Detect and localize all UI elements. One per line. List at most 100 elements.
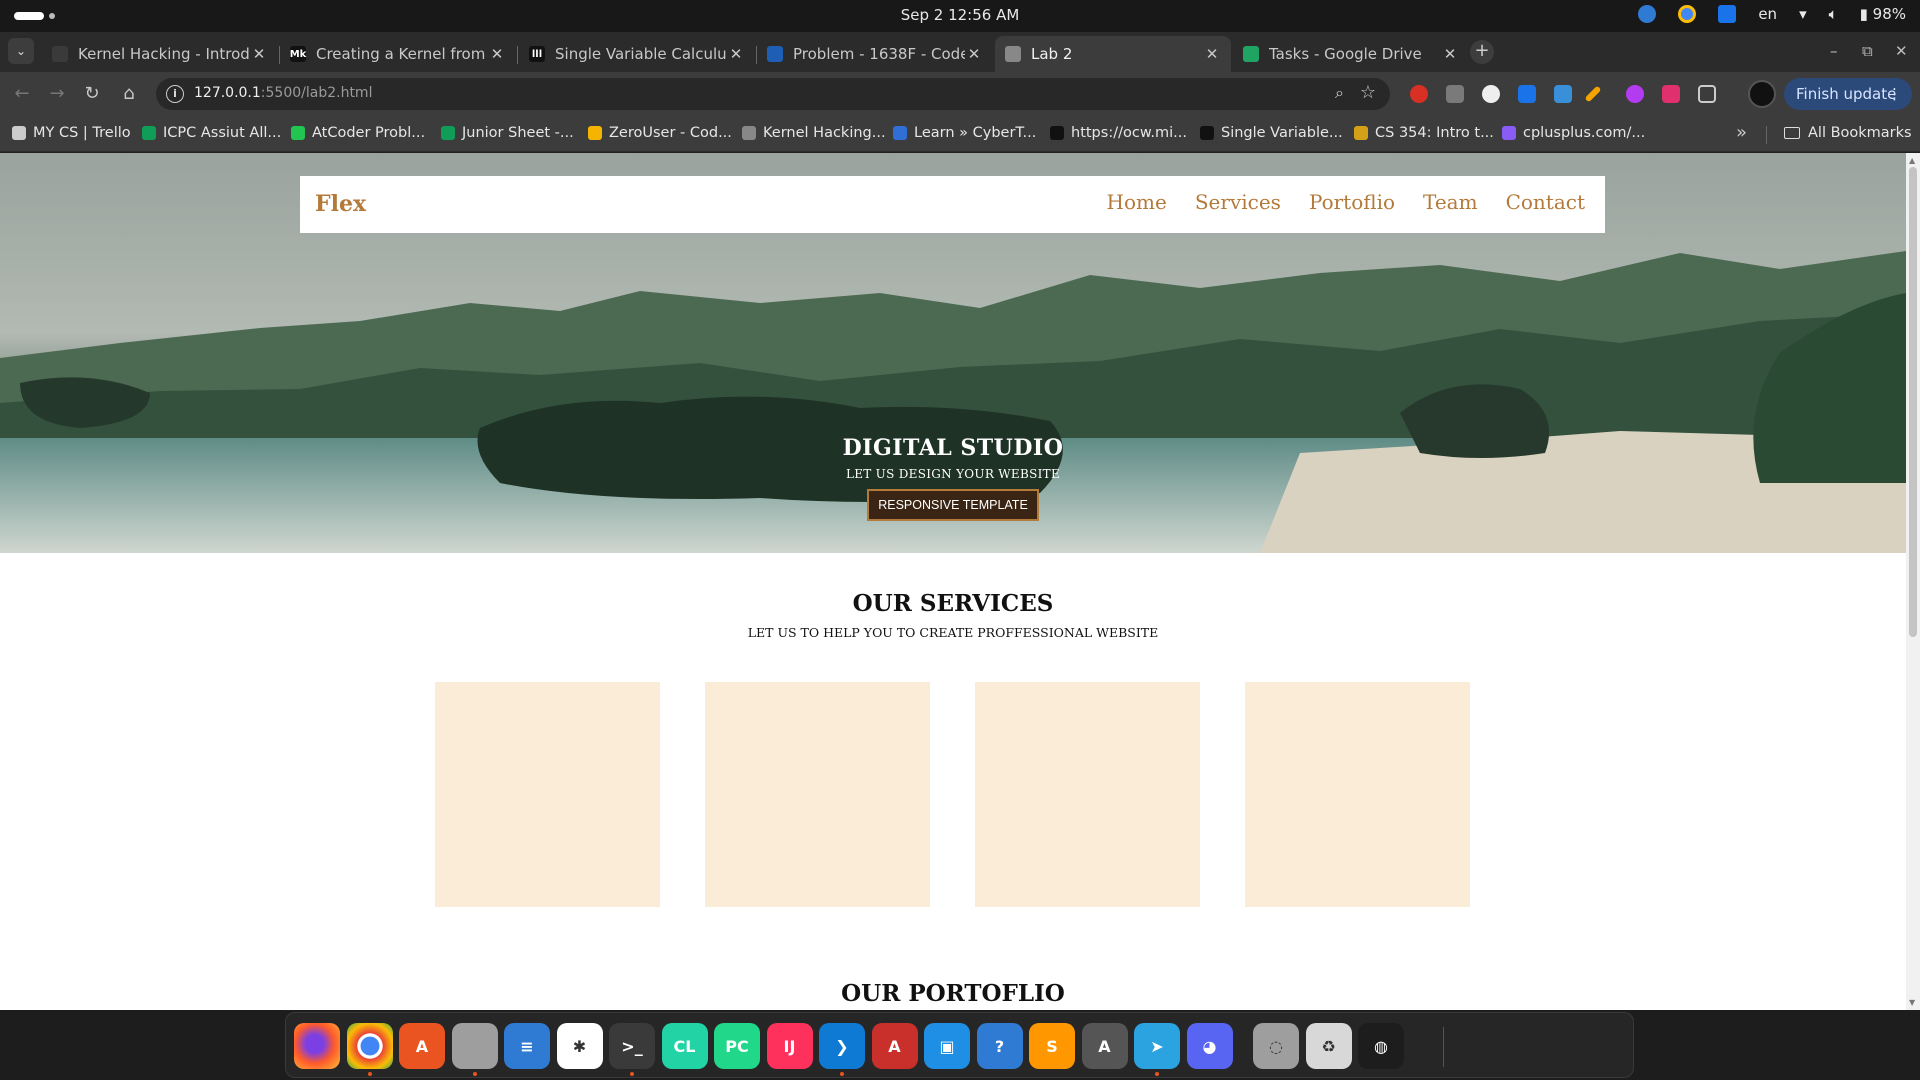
tray-app-icon[interactable] — [1638, 5, 1657, 23]
browser-tab[interactable]: Lab 2 ✕ — [995, 36, 1231, 72]
dock-chrome-icon[interactable] — [346, 1023, 393, 1076]
dock-terminal-icon[interactable]: >_ — [609, 1023, 655, 1076]
close-tab-icon[interactable]: ✕ — [488, 45, 506, 63]
dock-show-apps-icon[interactable]: ◍ — [1358, 1023, 1404, 1069]
system-tray[interactable]: en ▾ 🔈︎ ▮ 98% — [1638, 5, 1906, 23]
download-tray-icon[interactable] — [1718, 5, 1737, 23]
profile-avatar[interactable] — [1748, 80, 1776, 108]
address-bar[interactable]: i 127.0.0.1:5500/lab2.html ⌕ ☆ — [156, 78, 1390, 110]
dock-app-red-icon[interactable]: A — [871, 1023, 918, 1069]
page-viewport[interactable]: Flex Home Services Portoflio Team Contact DI… — [0, 153, 1906, 1010]
site-nav-link-portoflio[interactable]: Portoflio — [1309, 190, 1395, 214]
site-nav-link-services[interactable]: Services — [1195, 190, 1281, 214]
minimize-icon[interactable]: – — [1830, 42, 1838, 60]
site-brand-logo[interactable]: Flex — [315, 191, 366, 217]
url-text[interactable]: 127.0.0.1:5500/lab2.html — [194, 85, 372, 101]
finish-update-button[interactable]: Finish update ⋮ — [1784, 78, 1912, 110]
page-scrollbar[interactable]: ▲ ▼ — [1906, 153, 1920, 1010]
bookmark-item[interactable]: https://ocw.mi... — [1050, 125, 1187, 141]
volume-icon[interactable]: 🔈︎ — [1829, 5, 1838, 23]
reload-icon[interactable]: ↻ — [80, 82, 104, 106]
browser-tab[interactable]: Kernel Hacking - Introdu ✕ — [42, 36, 278, 72]
tab-title: Tasks - Google Drive — [1269, 45, 1422, 63]
extension-pen-icon[interactable] — [1584, 85, 1602, 103]
site-nav-link-team[interactable]: Team — [1423, 190, 1478, 214]
dock-disk-icon[interactable]: ◌ — [1253, 1023, 1299, 1069]
dock-app-blue-squares-icon[interactable]: ▣ — [924, 1023, 970, 1069]
tab-search-chevron-icon[interactable]: ⌄ — [8, 38, 34, 64]
more-bookmarks-icon[interactable]: » — [1736, 122, 1747, 143]
browser-tab[interactable]: lll Single Variable Calculus | ✕ — [519, 36, 755, 72]
dock-files-icon[interactable] — [451, 1023, 498, 1076]
bookmark-item[interactable]: Single Variable... — [1200, 125, 1343, 141]
site-nav-link-home[interactable]: Home — [1107, 190, 1167, 214]
extension-red-icon[interactable] — [1410, 85, 1428, 103]
dock-sublime-icon[interactable]: S — [1029, 1023, 1075, 1069]
dock-firefox-icon[interactable] — [294, 1023, 340, 1069]
dock-clion-icon[interactable]: CL — [661, 1023, 708, 1069]
dock-pycharm-icon[interactable]: PC — [714, 1023, 760, 1069]
scroll-down-icon[interactable]: ▼ — [1909, 998, 1915, 1007]
browser-tab[interactable]: Tasks - Google Drive ✕ — [1233, 36, 1469, 72]
scroll-up-icon[interactable]: ▲ — [1909, 156, 1915, 165]
tab-favicon-icon: lll — [529, 46, 545, 62]
extension-pink-icon[interactable] — [1662, 85, 1680, 103]
browser-tab[interactable]: Problem - 1638F - Codefo ✕ — [757, 36, 993, 72]
bookmarks-bar: MY CS | Trello ICPC Assiut All... AtCoder … — [0, 116, 1920, 152]
dock-software-updater-icon[interactable]: A — [1081, 1023, 1128, 1069]
site-info-icon[interactable]: i — [166, 85, 184, 103]
close-tab-icon[interactable]: ✕ — [1441, 45, 1459, 63]
dock-telegram-icon[interactable]: ➤ — [1134, 1023, 1180, 1076]
bookmark-item[interactable]: Junior Sheet -... — [441, 125, 574, 141]
responsive-template-button[interactable]: RESPONSIVE TEMPLATE — [867, 489, 1039, 521]
extension-purple-icon[interactable] — [1626, 85, 1644, 103]
wifi-icon[interactable]: ▾ — [1799, 5, 1807, 23]
dock-app-center-icon[interactable]: A — [399, 1023, 445, 1069]
bookmark-item[interactable]: Learn » CyberT... — [893, 125, 1036, 141]
bookmark-favicon-icon — [742, 126, 756, 140]
forward-arrow-icon[interactable]: → — [45, 82, 69, 106]
dock-help-icon[interactable]: ? — [976, 1023, 1023, 1069]
close-tab-icon[interactable]: ✕ — [250, 45, 268, 63]
bookmark-item[interactable]: ZeroUser - Cod... — [588, 125, 732, 141]
bookmark-item[interactable]: AtCoder Probl... — [291, 125, 425, 141]
home-icon[interactable]: ⌂ — [117, 82, 141, 106]
dock-intellij-icon[interactable]: IJ — [766, 1023, 813, 1069]
scrollbar-thumb[interactable] — [1909, 167, 1917, 637]
dock-text-editor-icon[interactable]: ≡ — [504, 1023, 550, 1069]
close-tab-icon[interactable]: ✕ — [727, 45, 745, 63]
extension-download-icon[interactable] — [1518, 85, 1536, 103]
restore-icon[interactable]: ⧉ — [1862, 42, 1873, 60]
more-menu-icon[interactable]: ⋮ — [1887, 78, 1902, 110]
dock-trash-icon[interactable]: ♻ — [1305, 1023, 1352, 1069]
dock-slack-icon[interactable]: ✱ — [556, 1023, 603, 1069]
dock-vscode-icon[interactable]: ❯ — [819, 1023, 865, 1076]
tab-title: Lab 2 — [1031, 45, 1073, 63]
dock-icon-glyph: PC — [725, 1036, 749, 1056]
site-nav-link-contact[interactable]: Contact — [1506, 190, 1585, 214]
all-bookmarks-button[interactable]: All Bookmarks — [1784, 125, 1912, 141]
close-window-icon[interactable]: ✕ — [1895, 42, 1908, 60]
chrome-tray-icon[interactable] — [1678, 5, 1697, 23]
bookmark-star-icon[interactable]: ☆ — [1360, 82, 1376, 103]
clock[interactable]: Sep 2 12:56 AM — [0, 6, 1920, 24]
close-tab-icon[interactable]: ✕ — [965, 45, 983, 63]
battery-indicator[interactable]: ▮ 98% — [1860, 5, 1906, 23]
back-arrow-icon[interactable]: ← — [10, 82, 34, 106]
dock-discord-icon[interactable]: ◕ — [1186, 1023, 1233, 1069]
close-tab-icon[interactable]: ✕ — [1203, 45, 1221, 63]
extensions-puzzle-icon[interactable] — [1698, 85, 1716, 103]
input-language[interactable]: en — [1758, 5, 1777, 23]
zoom-icon[interactable]: ⌕ — [1335, 83, 1344, 103]
bookmark-item[interactable]: ICPC Assiut All... — [142, 125, 281, 141]
bookmark-item[interactable]: MY CS | Trello — [12, 125, 131, 141]
bookmark-item[interactable]: Kernel Hacking... — [742, 125, 886, 141]
extension-w-icon[interactable] — [1482, 85, 1500, 103]
bookmark-item[interactable]: cplusplus.com/... — [1502, 125, 1645, 141]
bookmark-item[interactable]: CS 354: Intro t... — [1354, 125, 1494, 141]
extension-blue-icon[interactable] — [1554, 85, 1572, 103]
new-tab-button[interactable]: + — [1470, 40, 1494, 64]
dock-icon-glyph: ◍ — [1374, 1036, 1388, 1056]
browser-tab[interactable]: Mk Creating a Kernel from S ✕ — [280, 36, 516, 72]
extension-puzzle-x-icon[interactable] — [1446, 85, 1464, 103]
